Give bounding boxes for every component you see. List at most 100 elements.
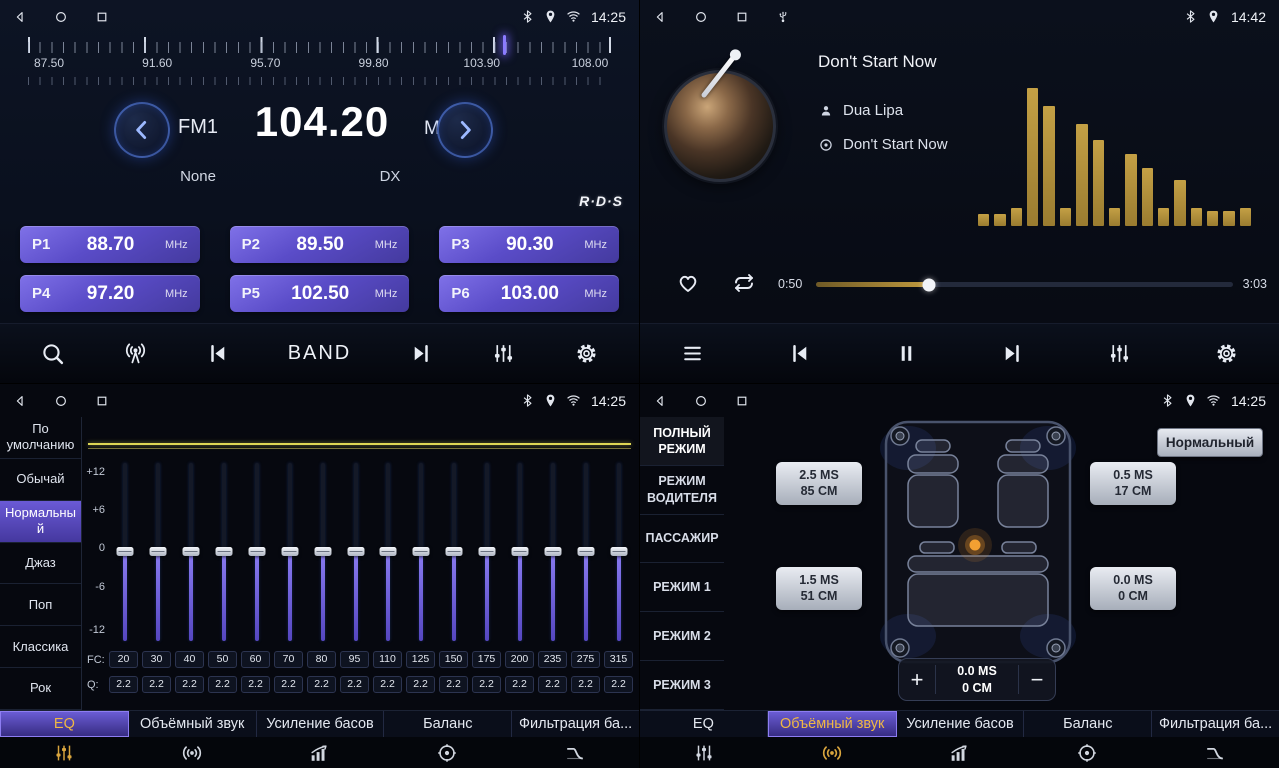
playlist-button[interactable] xyxy=(680,341,705,366)
eq-band-slider[interactable] xyxy=(175,461,208,643)
preset-button-p3[interactable]: P390.30MHz xyxy=(439,226,619,263)
tab-balance[interactable]: Баланс xyxy=(384,711,512,737)
nav-home-icon[interactable] xyxy=(54,394,68,408)
bass-boost-icon[interactable] xyxy=(256,742,384,764)
seek-bar-handle[interactable] xyxy=(922,278,935,291)
slider-handle[interactable] xyxy=(446,547,463,556)
slider-handle[interactable] xyxy=(347,547,364,556)
nav-recents-icon[interactable] xyxy=(735,394,749,408)
slider-handle[interactable] xyxy=(281,547,298,556)
nav-back-icon[interactable] xyxy=(653,394,667,408)
delay-rear-right[interactable]: 0.0 MS 0 CM xyxy=(1090,567,1176,610)
listening-mode-item[interactable]: РЕЖИМ 3 xyxy=(640,661,724,710)
preset-button-p6[interactable]: P6103.00MHz xyxy=(439,275,619,312)
slider-handle[interactable] xyxy=(479,547,496,556)
eq-band-slider[interactable] xyxy=(504,461,537,643)
slider-handle[interactable] xyxy=(314,547,331,556)
next-station-button[interactable] xyxy=(409,341,434,366)
eq-band-slider[interactable] xyxy=(208,461,241,643)
nav-back-icon[interactable] xyxy=(13,10,27,24)
surround-sound-icon[interactable] xyxy=(128,742,256,764)
eq-band-slider[interactable] xyxy=(569,461,602,643)
listening-mode-item[interactable]: ПОЛНЫЙ РЕЖИМ xyxy=(640,417,724,466)
slider-handle[interactable] xyxy=(216,547,233,556)
scan-button[interactable] xyxy=(40,341,65,366)
audio-fader-button[interactable] xyxy=(1107,341,1132,366)
tab-eq[interactable]: EQ xyxy=(0,711,129,737)
balance-icon[interactable] xyxy=(383,742,511,764)
eq-preset-item[interactable]: Рок xyxy=(0,668,81,710)
tab-bass-boost[interactable]: Усиление басов xyxy=(897,711,1025,737)
delay-front-left[interactable]: 2.5 MS 85 CM xyxy=(776,462,862,505)
eq-band-slider[interactable] xyxy=(372,461,405,643)
next-track-button[interactable] xyxy=(1000,341,1025,366)
tab-crossover-filter[interactable]: Фильтрация ба... xyxy=(1152,711,1279,737)
preset-button-p2[interactable]: P289.50MHz xyxy=(230,226,410,263)
tab-crossover-filter[interactable]: Фильтрация ба... xyxy=(512,711,639,737)
eq-preset-item[interactable]: Классика xyxy=(0,626,81,668)
delay-front-right[interactable]: 0.5 MS 17 CM xyxy=(1090,462,1176,505)
eq-band-slider[interactable] xyxy=(438,461,471,643)
eq-band-slider[interactable] xyxy=(273,461,306,643)
delay-decrease-button[interactable]: − xyxy=(1019,659,1055,700)
eq-preset-item[interactable]: Нормальный xyxy=(0,501,81,543)
eq-band-slider[interactable] xyxy=(471,461,504,643)
tab-surround-sound[interactable]: Объёмный звук xyxy=(129,711,257,737)
preset-button-p5[interactable]: P5102.50MHz xyxy=(230,275,410,312)
eq-band-slider[interactable] xyxy=(142,461,175,643)
slider-handle[interactable] xyxy=(248,547,265,556)
eq-band-slider[interactable] xyxy=(405,461,438,643)
favorite-button[interactable] xyxy=(676,271,700,295)
soundfield-preset-button[interactable]: Нормальный xyxy=(1157,428,1263,457)
tab-eq[interactable]: EQ xyxy=(640,711,768,737)
slider-handle[interactable] xyxy=(413,547,430,556)
slider-handle[interactable] xyxy=(150,547,167,556)
preset-button-p1[interactable]: P188.70MHz xyxy=(20,226,200,263)
slider-handle[interactable] xyxy=(511,547,528,556)
crossover-filter-icon[interactable] xyxy=(1151,742,1279,764)
prev-track-button[interactable] xyxy=(787,341,812,366)
surround-sound-icon[interactable] xyxy=(768,742,896,764)
nav-home-icon[interactable] xyxy=(694,394,708,408)
eq-icon[interactable] xyxy=(640,742,768,764)
pause-button[interactable] xyxy=(894,341,919,366)
listening-mode-item[interactable]: ПАССАЖИР xyxy=(640,515,724,564)
eq-band-slider[interactable] xyxy=(306,461,339,643)
seek-bar[interactable] xyxy=(816,282,1233,287)
broadcast-button[interactable] xyxy=(123,341,148,366)
tab-balance[interactable]: Баланс xyxy=(1024,711,1152,737)
tune-up-button[interactable] xyxy=(437,102,493,158)
prev-station-button[interactable] xyxy=(205,341,230,366)
bass-boost-icon[interactable] xyxy=(896,742,1024,764)
delay-rear-left[interactable]: 1.5 MS 51 CM xyxy=(776,567,862,610)
slider-handle[interactable] xyxy=(610,547,627,556)
settings-button[interactable] xyxy=(574,341,599,366)
listening-mode-item[interactable]: РЕЖИМ ВОДИТЕЛЯ xyxy=(640,466,724,515)
band-button[interactable]: BAND xyxy=(288,342,352,365)
slider-handle[interactable] xyxy=(577,547,594,556)
nav-home-icon[interactable] xyxy=(54,10,68,24)
nav-home-icon[interactable] xyxy=(694,10,708,24)
repeat-button[interactable] xyxy=(732,271,756,295)
nav-recents-icon[interactable] xyxy=(95,394,109,408)
eq-band-slider[interactable] xyxy=(241,461,274,643)
eq-preset-item[interactable]: Джаз xyxy=(0,543,81,585)
nav-recents-icon[interactable] xyxy=(735,10,749,24)
eq-band-slider[interactable] xyxy=(109,461,142,643)
balance-icon[interactable] xyxy=(1023,742,1151,764)
eq-preset-item[interactable]: По умолчанию xyxy=(0,417,81,459)
listening-mode-item[interactable]: РЕЖИМ 2 xyxy=(640,612,724,661)
eq-band-slider[interactable] xyxy=(536,461,569,643)
frequency-scale[interactable]: 87.5091.6095.7099.80103.90108.00 xyxy=(28,35,611,97)
crossover-filter-icon[interactable] xyxy=(511,742,639,764)
delay-increase-button[interactable]: + xyxy=(899,659,935,700)
nav-recents-icon[interactable] xyxy=(95,10,109,24)
listening-mode-item[interactable]: РЕЖИМ 1 xyxy=(640,563,724,612)
eq-preset-item[interactable]: Обычай xyxy=(0,459,81,501)
eq-icon[interactable] xyxy=(0,742,128,764)
preset-button-p4[interactable]: P497.20MHz xyxy=(20,275,200,312)
eq-preset-item[interactable]: Поп xyxy=(0,584,81,626)
slider-handle[interactable] xyxy=(183,547,200,556)
slider-handle[interactable] xyxy=(544,547,561,556)
audio-fader-button[interactable] xyxy=(491,341,516,366)
